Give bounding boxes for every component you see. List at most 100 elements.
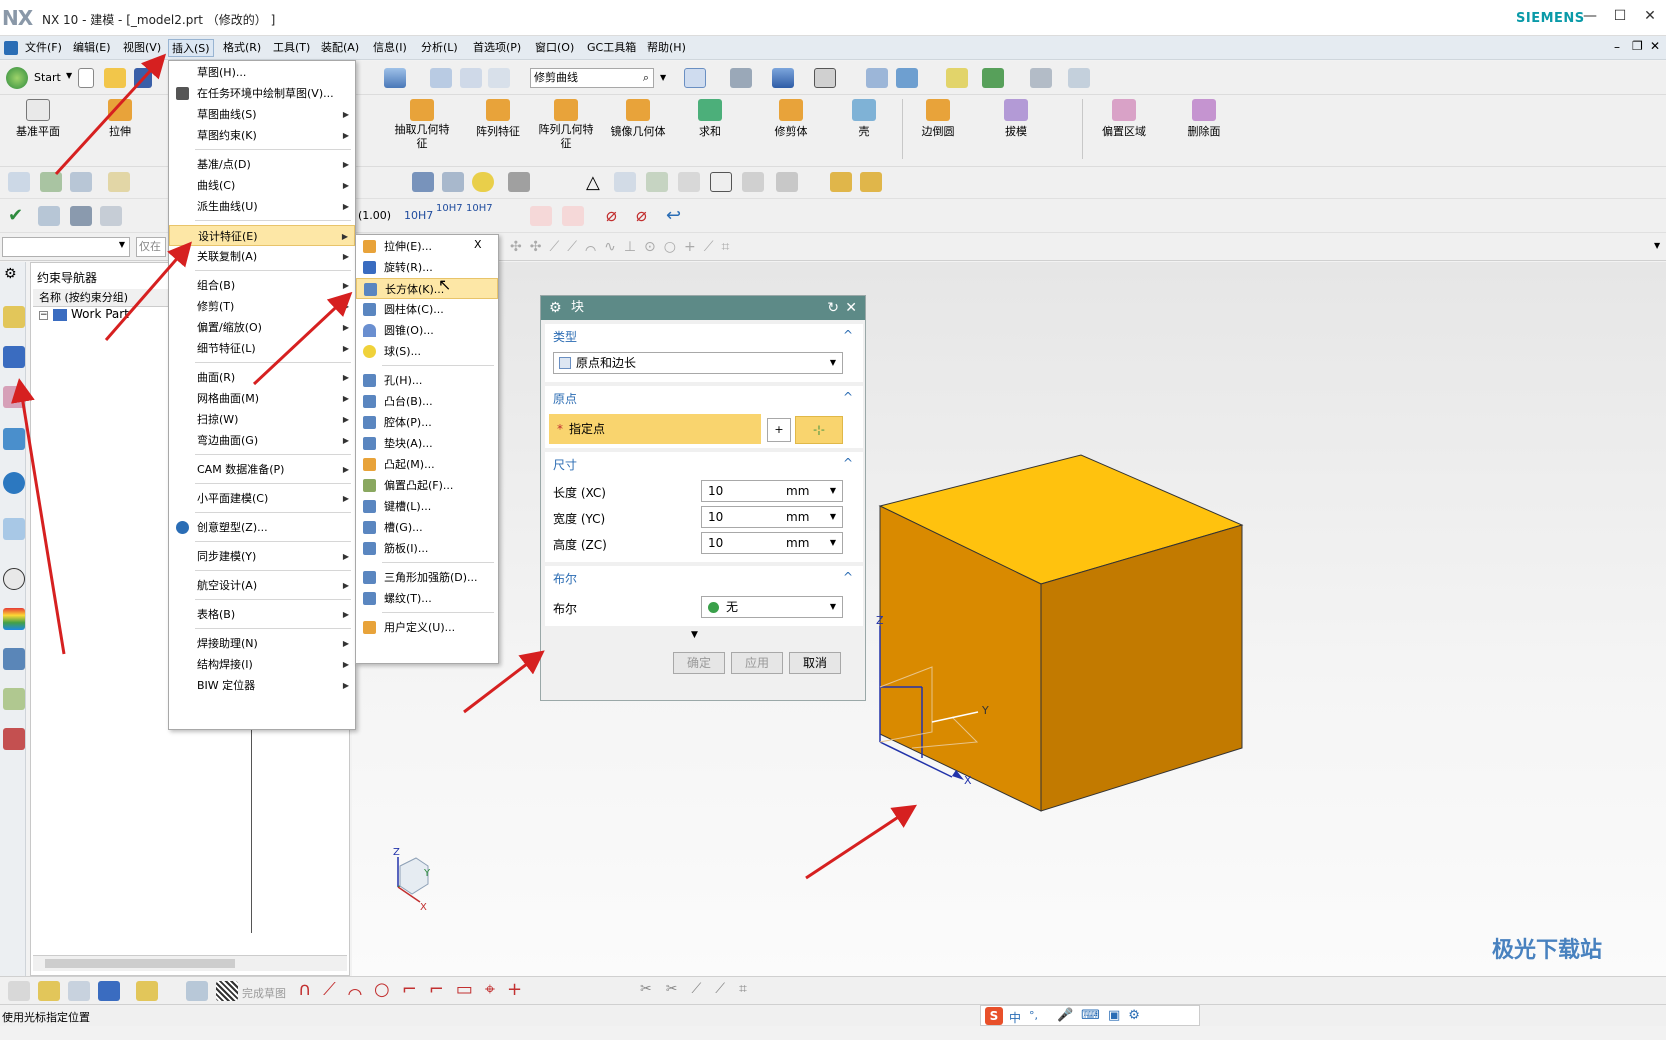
trim-body-button[interactable]: 修剪体 xyxy=(766,99,816,139)
tool-icon[interactable] xyxy=(8,981,30,1001)
curve-filter-field[interactable]: 修剪曲线 ⌕ xyxy=(530,68,654,88)
menu-item-cam-data[interactable]: CAM 数据准备(P) ▶ xyxy=(169,459,355,480)
specify-point-row[interactable]: * 指定点 xyxy=(549,414,761,444)
tool-icon[interactable] xyxy=(946,68,968,88)
apply-button[interactable]: 应用 xyxy=(731,652,783,674)
tool-icon[interactable] xyxy=(98,981,120,1001)
check-icon[interactable]: ✔ xyxy=(8,205,23,226)
web-browser-icon[interactable] xyxy=(3,518,25,540)
history-clock-icon[interactable] xyxy=(3,568,25,590)
ime-logo-icon[interactable]: S xyxy=(985,1007,1003,1025)
type-select[interactable]: 原点和边长 ▼ xyxy=(553,352,843,374)
delete-face-button[interactable]: 删除面 xyxy=(1178,99,1230,139)
tool-icon[interactable] xyxy=(70,206,92,226)
filter-dropdown-icon[interactable]: ▼ xyxy=(660,73,666,82)
menu-item-extrude[interactable]: 拉伸(E)... xyxy=(356,236,470,257)
pattern-feature-button[interactable]: 阵列特征 xyxy=(472,99,524,139)
menu-item-slot[interactable]: 键槽(L)... xyxy=(356,496,498,517)
size-section-title[interactable]: 尺寸 xyxy=(553,456,577,473)
ime-tool-icons[interactable]: 🎤⌨▣⚙ xyxy=(1057,1008,1148,1023)
collapse-icon[interactable]: − xyxy=(39,311,48,320)
tool-icon[interactable] xyxy=(860,172,882,192)
menu-item-curve[interactable]: 曲线(C) ▶ xyxy=(169,175,355,196)
collapse-caret-icon[interactable]: ^ xyxy=(843,390,853,404)
menu-item-table[interactable]: 表格(B) ▶ xyxy=(169,604,355,625)
app-menu-icon[interactable] xyxy=(4,41,18,55)
shaded-icon[interactable] xyxy=(772,68,794,88)
start-dropdown-icon[interactable]: ▼ xyxy=(66,71,72,80)
offset-region-button[interactable]: 偏置区域 xyxy=(1096,99,1152,139)
diameter-icon[interactable]: ⌀ xyxy=(636,205,647,226)
collapse-caret-icon[interactable]: ^ xyxy=(843,328,853,342)
extract-geometry-button[interactable]: 抽取几何特征 xyxy=(392,99,452,151)
grid-icon[interactable] xyxy=(1030,68,1052,88)
dropdown-icon[interactable]: ▼ xyxy=(119,240,125,249)
menu-info[interactable]: 信息(I) xyxy=(370,39,410,57)
menu-item-sketch-in-task[interactable]: 在任务环境中绘制草图(V)... xyxy=(169,83,355,104)
tool-icon[interactable] xyxy=(508,172,530,192)
tool-icon[interactable] xyxy=(430,68,452,88)
section-icon[interactable] xyxy=(866,68,888,88)
process-studio-icon[interactable] xyxy=(3,648,25,670)
menu-item-pad[interactable]: 垫块(A)... xyxy=(356,433,498,454)
menu-format[interactable]: 格式(R) xyxy=(220,39,264,57)
menu-item-emboss[interactable]: 凸起(M)... xyxy=(356,454,498,475)
dropdown-icon[interactable]: ▼ xyxy=(830,481,836,501)
doc-close-icon[interactable]: ✕ xyxy=(1650,39,1660,53)
menu-item-facet-modeling[interactable]: 小平面建模(C) ▶ xyxy=(169,488,355,509)
menu-insert[interactable]: 插入(S) xyxy=(168,39,214,57)
sketch-edit-icons[interactable]: ✂✂⟋⟋⌗ xyxy=(640,981,761,997)
maximize-icon[interactable]: ☐ xyxy=(1610,8,1630,28)
menu-view[interactable]: 视图(V) xyxy=(120,39,164,57)
expand-more-icon[interactable]: ▼ xyxy=(691,630,698,640)
scrollbar-thumb[interactable] xyxy=(45,959,235,968)
menu-item-cone[interactable]: 圆锥(O)... xyxy=(356,320,498,341)
palette-icon[interactable] xyxy=(3,608,25,630)
dropdown-icon[interactable]: ▼ xyxy=(830,353,836,373)
tool-icon[interactable] xyxy=(68,981,90,1001)
view-cube-icon[interactable] xyxy=(384,68,406,88)
new-icon[interactable] xyxy=(78,68,94,88)
menu-item-associative-copy[interactable]: 关联复制(A) ▶ xyxy=(169,246,355,267)
datum-plane-button[interactable]: 基准平面 xyxy=(10,99,66,139)
submenu-close-icon[interactable]: X xyxy=(474,238,482,251)
pmi-value[interactable]: 10H7 xyxy=(466,203,493,214)
menu-item-sketch-curve[interactable]: 草图曲线(S) ▶ xyxy=(169,104,355,125)
snap-point-icons[interactable]: ✣✣⟋⟋⌒∿⊥⊙○+⟋⌗ xyxy=(510,239,737,255)
menu-item-surface[interactable]: 曲面(R) ▶ xyxy=(169,367,355,388)
gear-icon[interactable]: ⚙ xyxy=(549,296,562,320)
section-icon[interactable] xyxy=(896,68,918,88)
boolean-select[interactable]: 无 ▼ xyxy=(701,596,843,618)
tool-icon[interactable] xyxy=(562,206,584,226)
menu-item-sketch[interactable]: 草图(H)... xyxy=(169,62,355,83)
minimize-icon[interactable]: — xyxy=(1580,8,1600,28)
doc-restore-icon[interactable]: ❐ xyxy=(1632,39,1643,53)
tool-icon[interactable] xyxy=(460,68,482,88)
constraint-navigator-icon[interactable] xyxy=(3,386,25,408)
tool-icon[interactable] xyxy=(8,172,30,192)
open-icon[interactable] xyxy=(104,68,126,88)
render-icon[interactable] xyxy=(730,68,752,88)
menu-item-structure-welding[interactable]: 结构焊接(I) ▶ xyxy=(169,654,355,675)
menu-item-boss[interactable]: 凸台(B)... xyxy=(356,391,498,412)
menu-item-weld-assistant[interactable]: 焊接助理(N) ▶ xyxy=(169,633,355,654)
start-icon[interactable] xyxy=(6,67,28,89)
reset-icon[interactable]: ↻ xyxy=(827,296,839,320)
horizontal-scrollbar[interactable] xyxy=(33,955,347,971)
measure-icon[interactable] xyxy=(1068,68,1090,88)
menu-item-hole[interactable]: 孔(H)... xyxy=(356,370,498,391)
menu-item-dart[interactable]: 三角形加强筋(D)... xyxy=(356,567,498,588)
origin-section-title[interactable]: 原点 xyxy=(553,390,577,407)
ime-mode[interactable]: 中 xyxy=(1009,1009,1021,1026)
menu-analysis[interactable]: 分析(L) xyxy=(418,39,461,57)
pmi-value[interactable]: 10H7 xyxy=(436,203,463,214)
gear-icon[interactable]: ⚙ xyxy=(4,266,17,282)
point-dialog-icon[interactable]: + xyxy=(767,418,791,442)
menu-tools[interactable]: 工具(T) xyxy=(270,39,313,57)
finish-sketch-label[interactable]: 完成草图 xyxy=(242,985,286,1001)
menu-gc-toolbox[interactable]: GC工具箱 xyxy=(584,39,639,57)
edge-blend-button[interactable]: 边倒圆 xyxy=(916,99,960,139)
type-filter-select[interactable]: ▼ xyxy=(2,237,130,257)
tool-icon[interactable] xyxy=(472,172,494,192)
pattern-geometry-button[interactable]: 阵列几何特征 xyxy=(534,99,598,151)
